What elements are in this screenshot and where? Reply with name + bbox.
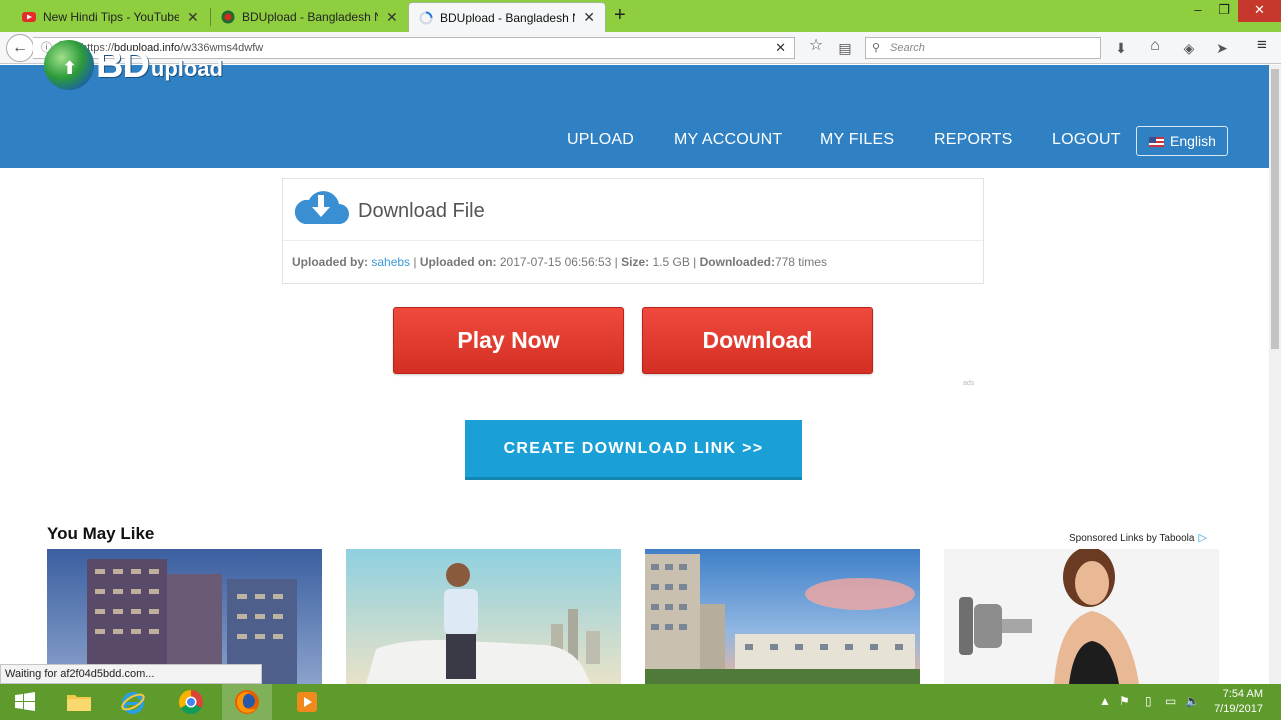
maximize-button[interactable]: ❐ bbox=[1210, 0, 1238, 22]
internet-explorer-icon bbox=[121, 692, 145, 714]
search-icon: ⚲ bbox=[872, 42, 881, 54]
apartment-complex-image bbox=[645, 549, 920, 684]
uploaded-on-label: Uploaded on: bbox=[419, 255, 497, 269]
browser-titlebar: New Hindi Tips - YouTube ✕ BDUpload - Ba… bbox=[0, 0, 1281, 32]
folder-icon bbox=[67, 695, 91, 711]
back-button[interactable]: ← bbox=[6, 34, 34, 62]
new-tab-button[interactable]: + bbox=[614, 4, 626, 27]
tab-title: BDUpload - Bangladesh No. bbox=[440, 10, 575, 25]
media-player-icon bbox=[297, 692, 317, 712]
man-with-car-image bbox=[346, 549, 621, 684]
network-icon[interactable]: ▭ bbox=[1165, 694, 1176, 708]
clock-date: 7/19/2017 bbox=[1214, 703, 1263, 715]
language-label: English bbox=[1170, 133, 1216, 149]
site-logo[interactable]: ⬆ BD upload bbox=[44, 40, 223, 90]
taboola-sponsor-link[interactable]: Sponsored Links by Taboola ▷ bbox=[1069, 531, 1207, 544]
uploaded-by-label: Uploaded by: bbox=[292, 255, 369, 269]
browser-status-bar: Waiting for af2f04d5bdd.com... bbox=[0, 664, 262, 684]
panel-title: Download File bbox=[358, 200, 485, 222]
download-file-panel: Download File Uploaded by: sahebs | Uplo… bbox=[282, 178, 984, 284]
tab-title: BDUpload - Bangladesh No. bbox=[242, 10, 378, 24]
nav-my-account[interactable]: MY ACCOUNT bbox=[674, 131, 782, 149]
size-value: 1.5 GB bbox=[652, 255, 690, 269]
tab-title: New Hindi Tips - YouTube bbox=[43, 10, 179, 24]
meta-separator: | bbox=[410, 255, 420, 269]
language-button[interactable]: English bbox=[1136, 126, 1228, 156]
you-may-like-heading: You May Like bbox=[47, 524, 155, 543]
youtube-icon bbox=[22, 10, 36, 24]
taskbar-clock[interactable]: 7:54 AM 7/19/2017 bbox=[1214, 687, 1263, 717]
downloaded-label: Downloaded: bbox=[699, 255, 775, 269]
panel-header: Download File bbox=[283, 179, 983, 241]
meta-separator: | bbox=[611, 255, 622, 269]
search-input[interactable]: ⚲ Search bbox=[865, 37, 1101, 59]
sponsor-label: Sponsored Links by Taboola bbox=[1069, 533, 1195, 544]
taskbar-file-explorer[interactable] bbox=[54, 684, 104, 720]
nav-my-files[interactable]: MY FILES bbox=[820, 131, 894, 149]
clock-time: 7:54 AM bbox=[1222, 688, 1263, 700]
close-window-button[interactable]: ✕ bbox=[1238, 0, 1281, 22]
cloud-download-icon bbox=[294, 191, 349, 224]
fitness-woman-image bbox=[944, 549, 1219, 684]
recommended-card-2[interactable] bbox=[346, 549, 621, 684]
chrome-icon bbox=[178, 690, 203, 715]
meta-separator: | bbox=[689, 255, 700, 269]
nav-reports[interactable]: REPORTS bbox=[934, 131, 1012, 149]
action-center-flag-icon[interactable]: ⚑ bbox=[1119, 694, 1130, 708]
us-flag-icon bbox=[1149, 137, 1164, 147]
windows-logo-icon bbox=[15, 692, 35, 711]
nav-upload[interactable]: UPLOAD bbox=[567, 131, 634, 149]
share-icon[interactable]: ➤ bbox=[1213, 40, 1231, 56]
taskbar-firefox[interactable] bbox=[222, 684, 272, 720]
menu-icon[interactable]: ≡ bbox=[1253, 36, 1271, 53]
taboola-icon: ▷ bbox=[1198, 532, 1207, 544]
volume-icon[interactable]: 🔈 bbox=[1185, 694, 1200, 708]
minimize-button[interactable]: – bbox=[1184, 0, 1212, 22]
clear-url-icon[interactable]: ✕ bbox=[775, 38, 786, 58]
loading-spinner-icon bbox=[419, 11, 433, 25]
taskbar-chrome[interactable] bbox=[166, 684, 216, 720]
battery-icon[interactable]: ▯ bbox=[1145, 694, 1152, 708]
logo-text-upload: upload bbox=[150, 56, 223, 81]
search-placeholder: Search bbox=[890, 42, 925, 54]
download-button[interactable]: Download bbox=[642, 307, 873, 374]
taskbar-media-player[interactable] bbox=[282, 684, 332, 720]
create-download-link-button[interactable]: CREATE DOWNLOAD LINK >> bbox=[465, 420, 802, 480]
file-meta: Uploaded by: sahebs | Uploaded on: 2017-… bbox=[292, 255, 827, 269]
firefox-icon bbox=[235, 690, 259, 714]
ad-marker: ads bbox=[963, 380, 975, 387]
bookmark-star-icon[interactable]: ☆ bbox=[807, 38, 825, 54]
bdupload-favicon-icon bbox=[221, 10, 235, 24]
downloaded-value: 778 times bbox=[774, 255, 827, 269]
nav-logout[interactable]: LOGOUT bbox=[1052, 131, 1121, 149]
reader-view-icon[interactable]: ▤ bbox=[836, 40, 854, 56]
page-scrollbar[interactable] bbox=[1269, 65, 1281, 685]
taskbar-internet-explorer[interactable] bbox=[108, 684, 158, 720]
upload-arrow-icon: ⬆ bbox=[62, 58, 78, 78]
tab-close-icon[interactable]: ✕ bbox=[386, 9, 398, 26]
windows-taskbar: ▲ ⚑ ▯ ▭ 🔈 7:54 AM 7/19/2017 bbox=[0, 684, 1281, 720]
tab-close-icon[interactable]: ✕ bbox=[583, 9, 595, 26]
start-button[interactable] bbox=[0, 684, 50, 720]
tab-bdupload-active[interactable]: BDUpload - Bangladesh No. ✕ bbox=[408, 2, 606, 32]
logo-text-bd: BD bbox=[96, 43, 150, 86]
play-now-button[interactable]: Play Now bbox=[393, 307, 624, 374]
home-icon[interactable]: ⌂ bbox=[1146, 38, 1164, 54]
tab-youtube[interactable]: New Hindi Tips - YouTube ✕ bbox=[12, 2, 209, 32]
size-label: Size: bbox=[621, 255, 650, 269]
show-hidden-icons[interactable]: ▲ bbox=[1099, 694, 1111, 708]
scrollbar-thumb[interactable] bbox=[1271, 69, 1279, 349]
uploaded-on-value: 2017-07-15 06:56:53 bbox=[499, 255, 612, 269]
downloads-icon[interactable]: ⬇ bbox=[1112, 40, 1130, 56]
pocket-icon[interactable]: ◈ bbox=[1180, 40, 1198, 56]
recommended-card-4[interactable] bbox=[944, 549, 1219, 684]
tab-close-icon[interactable]: ✕ bbox=[187, 9, 199, 26]
recommended-card-3[interactable] bbox=[645, 549, 920, 684]
globe-logo-icon: ⬆ bbox=[44, 40, 94, 90]
tab-bdupload[interactable]: BDUpload - Bangladesh No. ✕ bbox=[211, 2, 408, 32]
uploader-link[interactable]: sahebs bbox=[371, 255, 410, 269]
